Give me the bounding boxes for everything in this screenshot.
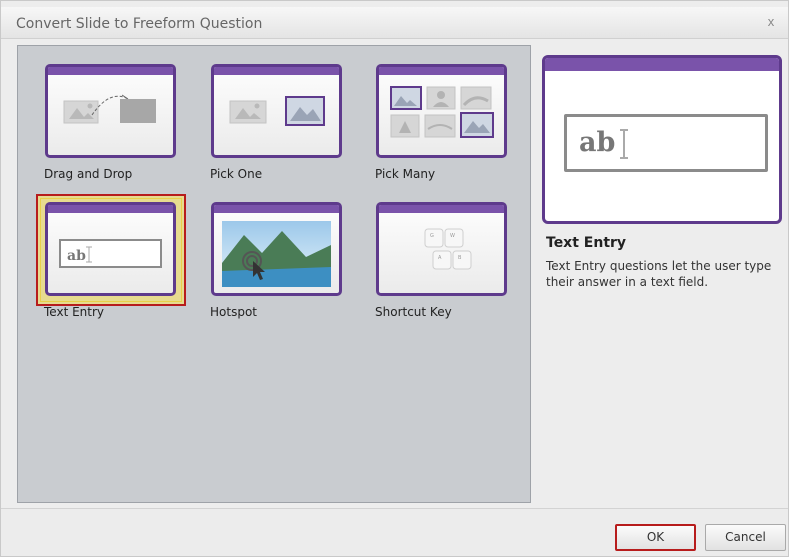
question-type-label: Drag and Drop — [44, 167, 133, 181]
question-type-label: Hotspot — [210, 305, 257, 319]
dialog-title: Convert Slide to Freeform Question — [16, 16, 263, 32]
svg-text:A: A — [438, 255, 442, 261]
ok-button[interactable]: OK — [615, 524, 696, 551]
svg-text:B: B — [458, 255, 462, 261]
convert-slide-dialog: Convert Slide to Freeform Question x Dra… — [0, 0, 789, 557]
dialog-footer: OK Cancel — [1, 508, 788, 556]
pick-one-icon — [211, 64, 342, 158]
cancel-button[interactable]: Cancel — [705, 524, 786, 551]
pick-many-icon — [376, 64, 507, 158]
svg-text:G: G — [430, 233, 434, 239]
drag-and-drop-icon — [45, 64, 176, 158]
text-cursor-icon — [620, 129, 628, 159]
preview-description: Text Entry questions let the user type t… — [546, 259, 772, 289]
preview-text-field: ab — [564, 114, 768, 172]
question-type-label: Text Entry — [44, 305, 105, 319]
question-type-gallery: Drag and Drop Pick One Pick Many ab Text… — [17, 45, 531, 503]
preview-title: Text Entry — [546, 235, 627, 251]
preview-panel: ab — [542, 55, 782, 224]
hotspot-icon — [211, 202, 342, 296]
question-type-label: Pick Many — [375, 167, 436, 181]
preview-sample-text: ab — [579, 127, 616, 158]
title-bar: Convert Slide to Freeform Question x — [1, 7, 788, 39]
question-type-label: Shortcut Key — [375, 305, 452, 319]
question-type-label: Pick One — [210, 167, 263, 181]
svg-text:ab: ab — [67, 248, 86, 264]
svg-text:W: W — [450, 233, 455, 239]
close-icon[interactable]: x — [762, 13, 780, 31]
text-entry-icon: ab — [45, 202, 176, 296]
shortcut-key-icon: G W A B — [376, 202, 507, 296]
